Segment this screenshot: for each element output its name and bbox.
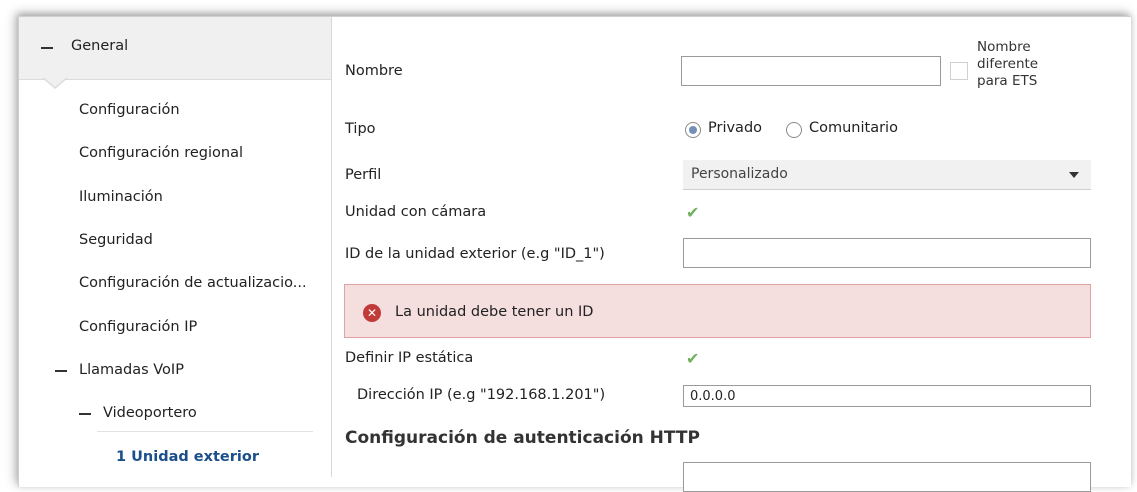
sidebar-group-general[interactable]: General [19,17,331,80]
perfil-label: Perfil [345,167,382,183]
sidebar-item-configuracion-regional[interactable]: Configuración regional [79,145,243,161]
sidebar-item-configuracion-ip[interactable]: Configuración IP [79,319,197,335]
next-field-input[interactable] [683,462,1091,492]
sidebar-item-iluminacion[interactable]: Iluminación [79,189,163,205]
parameter-window: General Configuración Configuración regi… [18,16,1131,492]
radio-comunitario-label[interactable]: Comunitario [809,120,898,136]
error-message: ✕ La unidad debe tener un ID [344,284,1091,338]
error-text: La unidad debe tener un ID [395,304,594,320]
ip-estatica-label: Definir IP estática [345,350,474,366]
perfil-select[interactable]: Personalizado [683,160,1091,190]
sidebar-item-configuracion[interactable]: Configuración [79,102,180,118]
sidebar-item-videoportero[interactable]: Videoportero [103,405,197,421]
radio-comunitario[interactable] [786,122,802,138]
sidebar-item-unidad-exterior-label: 1 Unidad exterior [116,449,259,465]
sidebar: General Configuración Configuración regi… [19,17,332,478]
error-icon: ✕ [363,304,381,322]
nombre-diferente-label: Nombre diferente para ETS [977,39,1039,89]
id-label: ID de la unidad exterior (e.g "ID_1") [345,246,605,262]
nombre-diferente-checkbox[interactable] [950,62,968,80]
id-input[interactable] [683,238,1091,268]
collapse-voip-icon[interactable] [55,370,67,372]
perfil-select-value: Personalizado [691,166,788,182]
sidebar-item-llamadas-voip[interactable]: Llamadas VoIP [79,362,184,378]
camara-label: Unidad con cámara [345,204,487,220]
collapse-videoportero-icon[interactable] [79,413,91,415]
direccion-ip-input[interactable] [683,385,1091,407]
nombre-label: Nombre [345,63,403,79]
camara-check-icon[interactable]: ✔ [686,205,699,221]
sidebar-group-general-label: General [71,38,129,54]
chevron-down-icon [1069,172,1079,178]
ip-estatica-check-icon[interactable]: ✔ [686,351,699,367]
radio-privado[interactable] [685,122,701,138]
nombre-input[interactable] [681,56,941,86]
tipo-label: Tipo [345,121,376,137]
direccion-ip-label: Dirección IP (e.g "192.168.1.201") [357,387,606,403]
sidebar-item-configuracion-actualizacion[interactable]: Configuración de actualizacio... [79,275,307,291]
http-section-title: Configuración de autenticación HTTP [345,428,700,448]
radio-privado-label[interactable]: Privado [708,120,762,136]
collapse-general-icon[interactable] [41,47,53,49]
sidebar-item-seguridad[interactable]: Seguridad [79,232,153,248]
